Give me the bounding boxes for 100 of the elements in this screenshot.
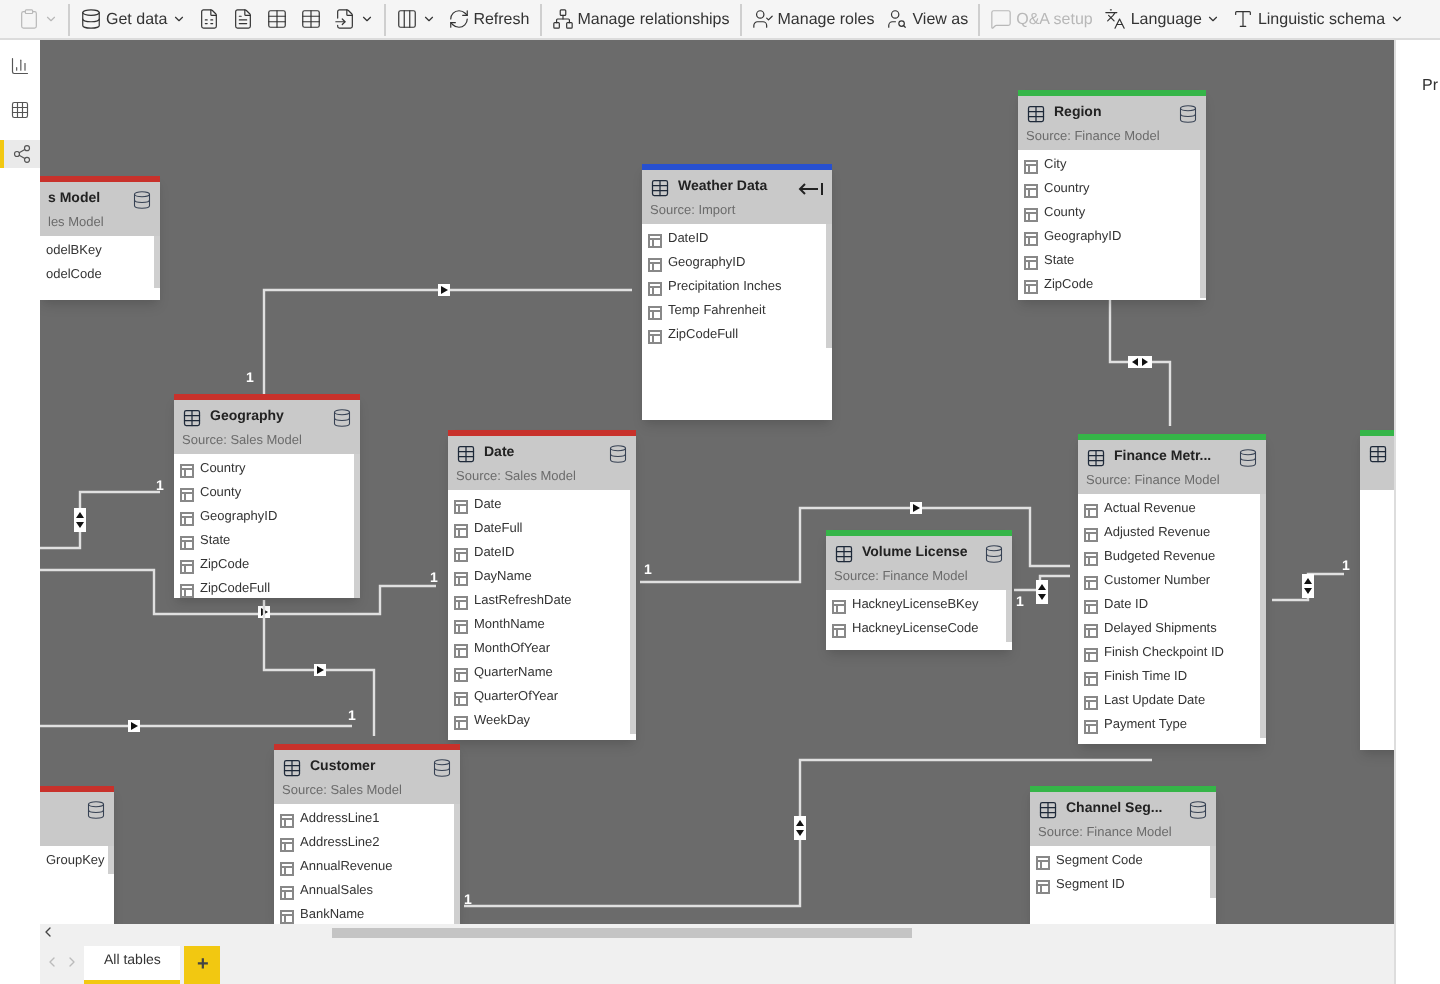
column-icon [1084, 623, 1098, 637]
toolbar-icon-button[interactable] [265, 8, 288, 30]
panel-title: Pr [1422, 76, 1438, 94]
table-icon [650, 178, 670, 198]
column-icon [1036, 855, 1050, 869]
letter-icon [1231, 8, 1254, 30]
toolbar-icon-button[interactable] [333, 8, 374, 30]
column-icon [1024, 183, 1038, 197]
toolbar-icon-button[interactable] [197, 8, 220, 30]
database-icon [984, 544, 1004, 564]
import-arrow-icon [798, 181, 824, 195]
toolbar-icon-button[interactable] [395, 8, 436, 30]
add-layout-button[interactable]: + [184, 946, 221, 984]
column-icon [454, 499, 468, 513]
database-icon [132, 190, 152, 210]
table-icon [834, 544, 854, 564]
toolbar-icon-button[interactable] [299, 8, 322, 30]
column-icon [832, 599, 846, 613]
relationship-line[interactable] [1108, 300, 1172, 426]
document-icon [231, 8, 254, 30]
column-icon [454, 571, 468, 585]
database-icon [608, 444, 628, 464]
column-icon [454, 547, 468, 561]
grid-icon [10, 100, 30, 120]
horizontal-scrollbar[interactable] [332, 927, 912, 937]
model-icon [12, 144, 32, 164]
bar-chart-icon [10, 56, 30, 76]
column-icon [280, 909, 294, 923]
database-icon [1178, 104, 1198, 124]
caret-icon [421, 12, 436, 26]
toolbar-button[interactable]: Language [1104, 7, 1220, 31]
column-icon [180, 559, 194, 573]
column-icon [1024, 207, 1038, 221]
column-icon [454, 523, 468, 537]
column-icon [1084, 671, 1098, 685]
column-icon [1024, 255, 1038, 269]
table-icon [182, 408, 202, 428]
columns-icon [395, 8, 418, 30]
column-icon [280, 813, 294, 827]
model-canvas[interactable] [40, 40, 1394, 924]
column-icon [648, 305, 662, 319]
column-icon [1084, 551, 1098, 565]
column-icon [1084, 695, 1098, 709]
table-icon [1368, 444, 1388, 464]
column-icon [454, 667, 468, 681]
relationship-line[interactable] [1014, 574, 1070, 604]
column-icon [280, 861, 294, 875]
column-icon [1084, 503, 1098, 517]
network-icon [551, 8, 574, 30]
table-icon [265, 8, 288, 30]
caret-icon [171, 12, 186, 26]
column-icon [454, 715, 468, 729]
table-icon [1038, 800, 1058, 820]
relationship-line[interactable] [1272, 572, 1344, 602]
column-icon [180, 463, 194, 477]
column-icon [180, 487, 194, 501]
database-icon [332, 408, 352, 428]
column-icon [1084, 599, 1098, 613]
toolbar-button[interactable]: Get data [80, 7, 186, 31]
refresh-icon [447, 8, 470, 30]
database-icon [1238, 448, 1258, 468]
database-icon [1188, 800, 1208, 820]
table-icon [299, 8, 322, 30]
toolbar-button[interactable]: Linguistic schema [1231, 7, 1404, 31]
table-icon [1026, 104, 1046, 124]
database-icon [86, 800, 106, 820]
scroll-left-icon[interactable] [40, 924, 56, 940]
column-icon [454, 643, 468, 657]
language-icon [1104, 8, 1127, 30]
column-icon [1024, 159, 1038, 173]
clipboard-icon [18, 8, 40, 30]
toolbar-button[interactable]: Manage roles [751, 7, 875, 31]
toolbar-button[interactable]: Manage relationships [551, 7, 730, 31]
document-icon [333, 8, 356, 30]
chat-icon [990, 8, 1013, 30]
relationship-line[interactable] [40, 568, 436, 618]
column-icon [180, 535, 194, 549]
toolbar-button[interactable]: Refresh [447, 7, 530, 31]
column-icon [648, 281, 662, 295]
user-icon [751, 8, 774, 30]
column-icon [1084, 719, 1098, 733]
caret-icon [359, 12, 374, 26]
user-search-icon [886, 8, 909, 30]
column-icon [180, 583, 194, 597]
column-icon [1024, 231, 1038, 245]
column-icon [648, 233, 662, 247]
toolbar-icon-button[interactable] [231, 8, 254, 30]
column-icon [280, 885, 294, 899]
view-nav-button[interactable] [0, 140, 40, 168]
column-icon [454, 691, 468, 705]
column-icon [1036, 879, 1050, 893]
caret-icon [1205, 12, 1220, 26]
column-icon [1084, 575, 1098, 589]
table-icon [1086, 448, 1106, 468]
table-icon [456, 444, 476, 464]
column-icon [648, 329, 662, 343]
toolbar-button[interactable]: View as [886, 7, 969, 31]
column-icon [454, 619, 468, 633]
column-icon [180, 511, 194, 525]
caret-icon [44, 12, 58, 26]
